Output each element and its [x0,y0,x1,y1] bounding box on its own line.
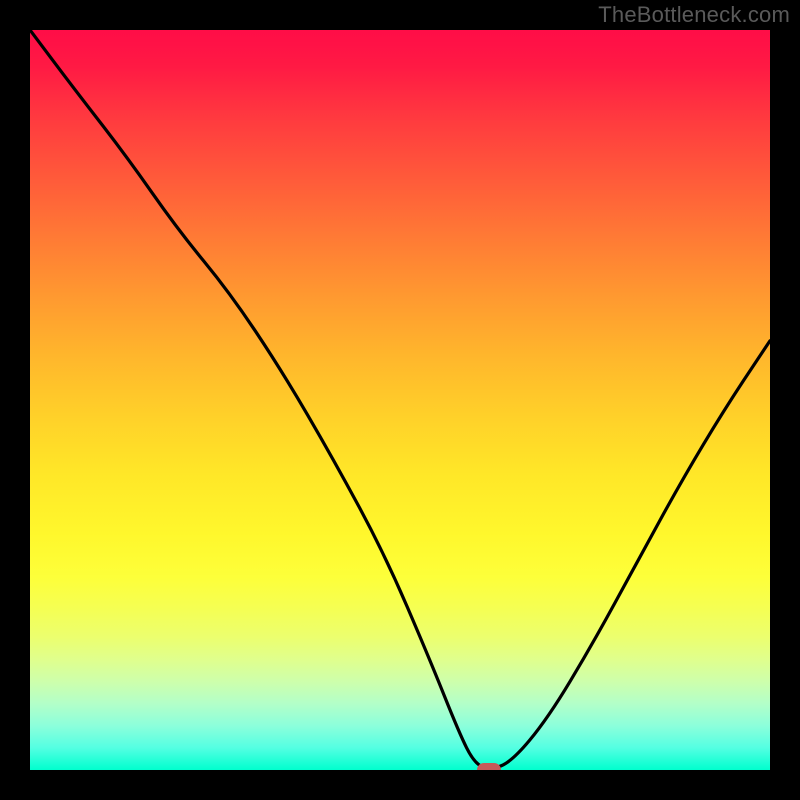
bottleneck-curve [30,30,770,768]
plot-area [30,30,770,770]
watermark-text: TheBottleneck.com [598,2,790,28]
optimal-point-marker [477,763,501,770]
chart-container: TheBottleneck.com [0,0,800,800]
curve-svg [30,30,770,770]
